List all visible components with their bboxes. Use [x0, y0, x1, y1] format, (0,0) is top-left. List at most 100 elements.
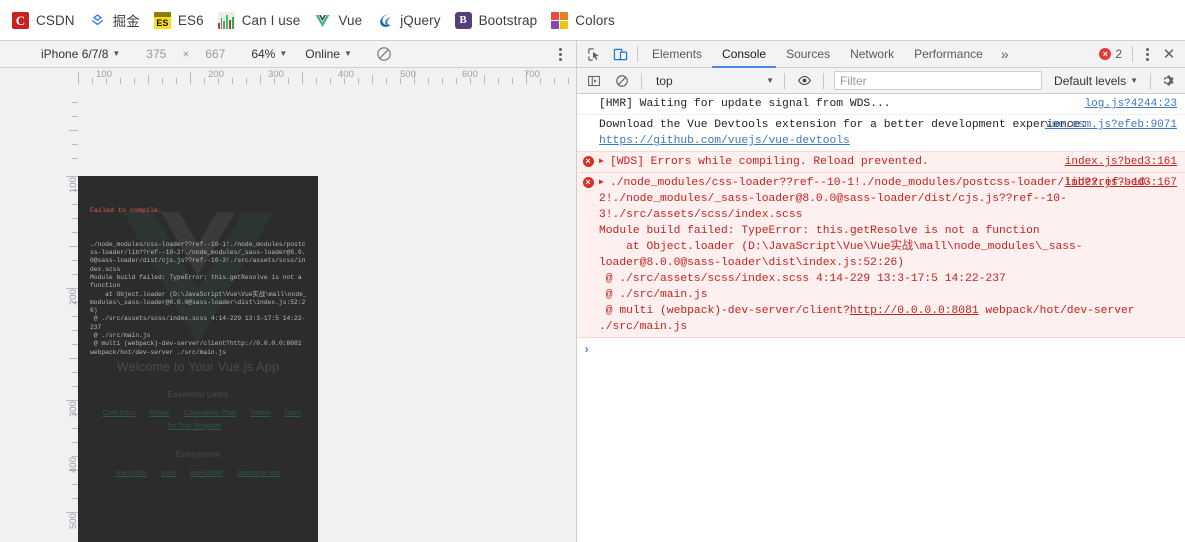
expand-triangle-icon[interactable]: ▶: [599, 156, 607, 167]
tab-network[interactable]: Network: [840, 42, 904, 68]
console-message-row[interactable]: Download the Vue Devtools extension for …: [577, 115, 1185, 153]
chevron-double-right-icon: »: [1000, 46, 1009, 62]
message-gutter: [577, 96, 599, 98]
inspect-element-button[interactable]: [581, 42, 607, 67]
error-circle-icon: ×: [582, 156, 594, 168]
vue-devtools-url[interactable]: https://github.com/vuejs/vue-devtools: [599, 135, 850, 147]
console-error-row[interactable]: × ▶ ./node_modules/css-loader??ref--10-1!…: [577, 172, 1185, 339]
ruler-label-h: 200: [208, 69, 224, 80]
viewport-height-input[interactable]: 667: [198, 47, 232, 61]
console-source-link[interactable]: log.js?4244:23: [1085, 97, 1177, 113]
filter-input[interactable]: [840, 73, 1037, 88]
prompt-chevron-icon: ›: [583, 343, 591, 358]
message-gutter: ×: [577, 175, 599, 189]
device-emulation-pane: iPhone 6/7/8 ▼ 375 × 667 64% ▼ Online ▼: [0, 41, 576, 542]
console-error-body: [WDS] Errors while compiling. Reload pre…: [610, 156, 929, 169]
console-sidebar-toggle[interactable]: [581, 68, 607, 93]
console-input-prompt[interactable]: ›: [577, 338, 1185, 363]
essential-links-heading: Essential Links: [167, 390, 229, 399]
tab-sources[interactable]: Sources: [776, 42, 840, 68]
inspect-element-icon: [587, 47, 599, 61]
link-vue-loader[interactable]: vue-loader: [190, 470, 223, 477]
bookmark-label: CSDN: [36, 12, 75, 28]
link-core-docs[interactable]: Core Docs: [102, 410, 135, 417]
console-source-link[interactable]: index.js?bed3:161: [1065, 155, 1177, 171]
viewport-width-input[interactable]: 375: [139, 47, 173, 61]
console-messages[interactable]: [HMR] Waiting for update signal from WDS…: [577, 94, 1185, 542]
link-vuex[interactable]: vuex: [161, 470, 176, 477]
link-community-chat[interactable]: Community Chat: [184, 410, 236, 417]
tab-elements[interactable]: Elements: [642, 42, 712, 68]
device-toolbar-right: [550, 44, 570, 64]
no-cache-toggle[interactable]: [371, 44, 397, 64]
ecosystem-links-list: vue-router vuex vue-loader awesome-vue: [78, 468, 318, 481]
more-tabs-button[interactable]: »: [993, 42, 1017, 67]
console-source-link[interactable]: index.js?bed3:167: [1065, 176, 1177, 192]
emulated-viewport[interactable]: Welcome to Your Vue.js App Essential Lin…: [78, 176, 318, 542]
bookmark-bootstrap[interactable]: B Bootstrap: [451, 6, 546, 34]
console-message-body: Download the Vue Devtools extension for …: [599, 119, 1088, 132]
toggle-device-toolbar-icon: [613, 48, 627, 60]
bookmark-es6[interactable]: ES ES6: [150, 6, 212, 34]
bootstrap-favicon: B: [454, 11, 472, 29]
kebab-dot: [1145, 47, 1149, 51]
ruler-label-h: 400: [338, 69, 354, 80]
live-expression-button[interactable]: [791, 68, 817, 93]
kebab-dot: [558, 57, 562, 61]
ruler-label-h: 600: [462, 69, 478, 80]
log-levels-selector[interactable]: Default levels ▼: [1048, 71, 1144, 91]
toggle-device-toolbar-button[interactable]: [607, 42, 633, 67]
bookmark-colors[interactable]: Colors: [547, 6, 623, 34]
console-settings-button[interactable]: [1155, 68, 1181, 93]
execution-context-selector[interactable]: top ▼: [648, 71, 778, 91]
ruler-label-h: 300: [268, 69, 284, 80]
kebab-dot: [558, 52, 562, 56]
overlay-error-body: ./node_modules/css-loader??ref--10-1!./n…: [90, 240, 307, 356]
link-twitter[interactable]: Twitter: [250, 410, 271, 417]
chevron-down-icon: ▼: [766, 75, 774, 85]
console-error-body: ./node_modules/css-loader??ref--10-1!./n…: [599, 177, 1153, 318]
console-message-row[interactable]: [HMR] Waiting for update signal from WDS…: [577, 94, 1185, 116]
console-error-row[interactable]: × ▶ [WDS] Errors while compiling. Reload …: [577, 151, 1185, 174]
expand-triangle-icon[interactable]: ▶: [599, 177, 607, 188]
devtools-settings-menu-button[interactable]: [1137, 44, 1157, 64]
chevron-down-icon: ▼: [279, 49, 288, 58]
no-cache-icon: [377, 47, 391, 61]
error-count-badge[interactable]: × 2: [1093, 43, 1128, 65]
bookmark-jquery[interactable]: jQuery: [372, 6, 448, 34]
toolbar-separator: [1150, 72, 1151, 89]
browser-window: C CSDN 掘金 ES ES6 Can I use Vue jQuery B …: [0, 0, 1185, 542]
dev-server-url[interactable]: http://0.0.0.0:8081: [850, 305, 979, 317]
dimension-separator: ×: [182, 47, 190, 61]
bookmark-csdn[interactable]: C CSDN: [8, 6, 83, 34]
console-filter[interactable]: [834, 71, 1043, 90]
devtools-tabbar: Elements Console Sources Network Perform…: [577, 41, 1185, 68]
zoom-selector[interactable]: 64% ▼: [246, 44, 292, 64]
bookmark-label: jQuery: [400, 12, 441, 28]
device-options-menu-button[interactable]: [550, 44, 570, 64]
console-source-link[interactable]: vue.esm.js?efeb:9071: [1045, 118, 1177, 134]
tab-console[interactable]: Console: [712, 42, 777, 68]
device-selector[interactable]: iPhone 6/7/8 ▼: [36, 44, 125, 64]
link-forum[interactable]: Forum: [150, 410, 170, 417]
ruler-label-h: 500: [400, 69, 416, 80]
bookmark-label: 掘金: [112, 14, 140, 29]
message-gutter: ×: [577, 154, 599, 168]
overlay-title: Failed to compile.: [90, 206, 163, 214]
close-icon: ✕: [1162, 46, 1176, 63]
error-circle-icon: ×: [582, 177, 594, 189]
link-awesome-vue[interactable]: awesome-vue: [237, 470, 281, 477]
bookmark-juejin[interactable]: 掘金: [85, 6, 148, 34]
close-devtools-button[interactable]: ✕: [1157, 42, 1181, 66]
console-toolbar: top ▼ Default levels ▼: [577, 68, 1185, 94]
vue-welcome-page: Welcome to Your Vue.js App Essential Lin…: [78, 360, 318, 481]
clear-console-button[interactable]: [609, 68, 635, 93]
bookmark-caniuse[interactable]: Can I use: [214, 6, 309, 34]
bookmark-vue[interactable]: Vue: [310, 6, 370, 34]
throttling-selector[interactable]: Online ▼: [300, 44, 357, 64]
link-vue-router[interactable]: vue-router: [115, 470, 147, 477]
tab-performance[interactable]: Performance: [904, 42, 993, 68]
essential-links-list: Core Docs Forum Community Chat Twitter Docs …: [78, 408, 318, 434]
main-split: iPhone 6/7/8 ▼ 375 × 667 64% ▼ Online ▼: [0, 41, 1185, 542]
toolbar-separator: [1132, 46, 1133, 62]
